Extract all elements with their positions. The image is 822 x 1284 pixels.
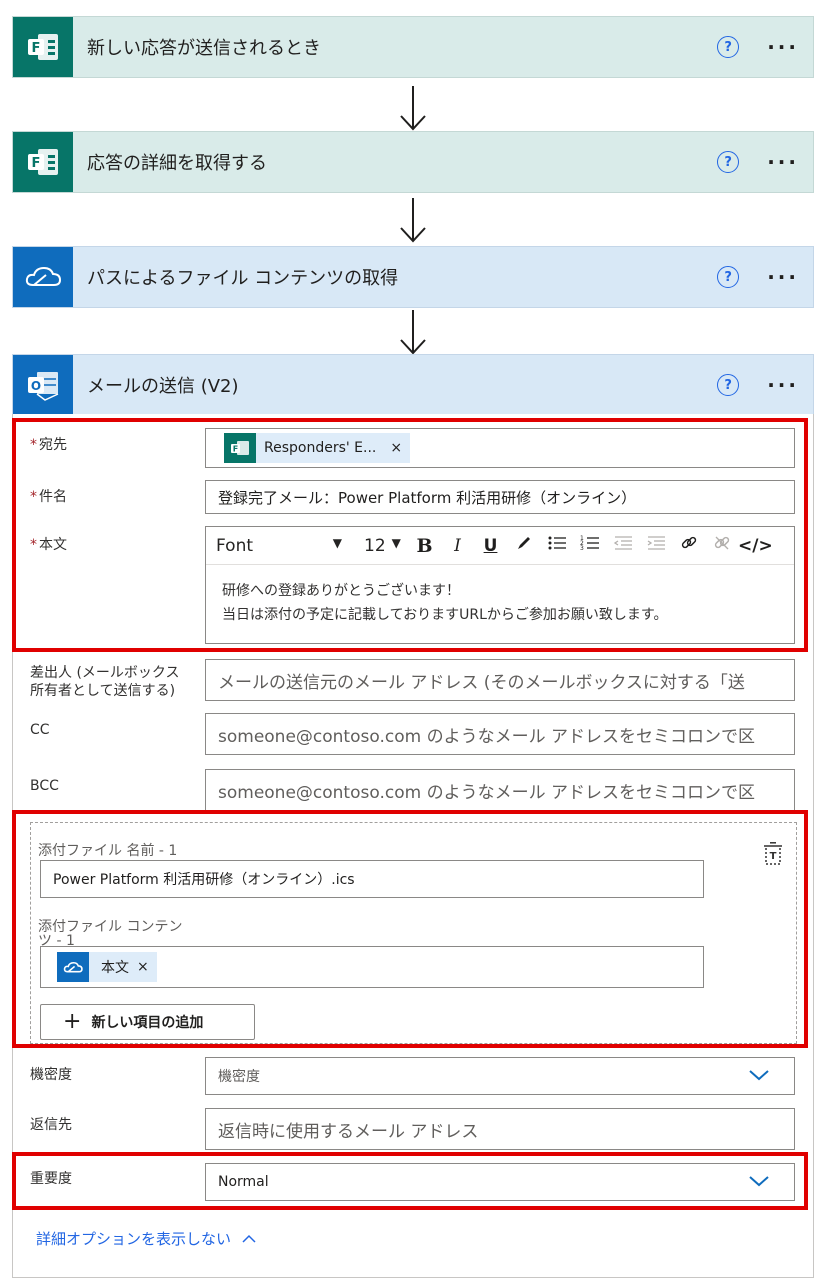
get-response-card-header[interactable]: F 応答の詳細を取得する ? ···	[12, 131, 814, 193]
hide-advanced-options-link[interactable]: 詳細オプションを表示しない	[36, 1228, 257, 1249]
responders-email-token[interactable]: F Responders' E... ×	[224, 433, 411, 463]
attachment-name-field[interactable]: Power Platform 利活用研修（オンライン）.ics	[40, 860, 704, 898]
svg-text:O: O	[31, 379, 41, 393]
token-label: Responders' E...	[264, 440, 377, 456]
step-title: パスによるファイル コンテンツの取得	[87, 268, 399, 289]
link-icon[interactable]	[672, 534, 705, 557]
svg-text:F: F	[233, 445, 238, 454]
step-title: メールの送信 (V2)	[87, 376, 239, 397]
attachment-name-label: 添付ファイル 名前 - 1	[38, 843, 178, 859]
highlight-pen-icon[interactable]	[507, 534, 540, 557]
bold-icon[interactable]: B	[408, 535, 441, 557]
from-label: 差出人 (メールボックス 所有者として送信する)	[30, 665, 180, 699]
body-rich-text-editor[interactable]: Font ▼ 12 ▼ B I U 123 </> 研修への登録ありがとうございます…	[205, 526, 795, 644]
body-line: 当日は添付の予定に記載しておりますURLからご参加お願い致します。	[222, 607, 668, 623]
help-icon[interactable]: ?	[717, 374, 740, 396]
reply-to-label: 返信先	[30, 1117, 72, 1133]
forms-icon: F	[13, 132, 73, 192]
numbered-list-icon[interactable]: 123	[573, 534, 606, 557]
remove-token-icon[interactable]: ×	[137, 959, 149, 975]
to-label: * 宛先	[30, 437, 67, 453]
delete-attachment-icon[interactable]: T	[762, 842, 784, 870]
forms-icon: F	[13, 17, 73, 77]
more-options-icon[interactable]: ···	[767, 375, 799, 395]
attachment-content-field[interactable]: 本文 ×	[40, 946, 704, 988]
svg-text:3: 3	[580, 545, 584, 552]
body-token[interactable]: 本文 ×	[57, 952, 157, 982]
decrease-indent-icon[interactable]	[606, 534, 639, 557]
trigger-card-header[interactable]: F 新しい応答が送信されるとき ? ···	[12, 16, 814, 78]
body-line: 研修への登録ありがとうございます！	[222, 583, 460, 599]
remove-token-icon[interactable]: ×	[390, 440, 402, 456]
sensitivity-label: 機密度	[30, 1067, 72, 1083]
flow-arrow-icon	[400, 86, 426, 131]
sensitivity-dropdown[interactable]: 機密度	[205, 1057, 795, 1095]
subject-field[interactable]: 登録完了メール：Power Platform 利活用研修（オンライン）	[205, 480, 795, 514]
forms-icon: F	[224, 433, 256, 463]
chevron-down-icon	[749, 1176, 769, 1187]
unlink-icon[interactable]	[705, 534, 738, 557]
token-label: 本文	[101, 960, 129, 976]
add-new-item-button[interactable]: + 新しい項目の追加	[40, 1004, 255, 1040]
svg-text:F: F	[32, 41, 41, 56]
flow-arrow-icon	[400, 310, 426, 355]
bcc-field[interactable]: someone@contoso.com のようなメール アドレスをセミコロンで区	[205, 769, 795, 811]
chevron-up-icon	[242, 1234, 256, 1243]
increase-indent-icon[interactable]	[639, 534, 672, 557]
subject-value: 登録完了メール：Power Platform 利活用研修（オンライン）	[218, 488, 637, 507]
importance-dropdown[interactable]: Normal	[205, 1163, 795, 1201]
cc-field[interactable]: someone@contoso.com のようなメール アドレスをセミコロンで区	[205, 713, 795, 755]
underline-icon[interactable]: U	[474, 536, 507, 556]
more-options-icon[interactable]: ···	[767, 152, 799, 172]
chevron-down-icon	[749, 1070, 769, 1081]
cc-label: CC	[30, 722, 50, 738]
body-label: * 本文	[30, 537, 67, 553]
svg-text:T: T	[770, 851, 777, 862]
step-title: 応答の詳細を取得する	[87, 153, 267, 174]
more-options-icon[interactable]: ···	[767, 267, 799, 287]
importance-label: 重要度	[30, 1171, 72, 1187]
to-field[interactable]: F Responders' E... ×	[205, 428, 795, 468]
plus-icon: +	[63, 1009, 82, 1034]
body-content[interactable]: 研修への登録ありがとうございます！ 当日は添付の予定に記載しておりますURLから…	[206, 565, 794, 641]
subject-label: * 件名	[30, 489, 67, 505]
get-file-card-header[interactable]: パスによるファイル コンテンツの取得 ? ···	[12, 246, 814, 308]
outlook-icon: O	[13, 355, 73, 415]
rte-toolbar: Font ▼ 12 ▼ B I U 123 </>	[206, 527, 794, 565]
more-options-icon[interactable]: ···	[767, 37, 799, 57]
flow-arrow-icon	[400, 198, 426, 243]
onedrive-icon	[57, 952, 89, 982]
font-family-select[interactable]: Font ▼	[206, 536, 352, 556]
font-size-select[interactable]: 12 ▼	[352, 536, 408, 556]
from-field[interactable]: メールの送信元のメール アドレス (そのメールボックスに対する「送	[205, 659, 795, 701]
bcc-label: BCC	[30, 778, 59, 794]
help-icon[interactable]: ?	[717, 266, 740, 288]
help-icon[interactable]: ?	[717, 151, 740, 173]
help-icon[interactable]: ?	[717, 36, 740, 58]
onedrive-icon	[13, 247, 73, 307]
code-view-icon[interactable]: </>	[738, 536, 773, 556]
svg-text:F: F	[32, 156, 41, 171]
send-mail-card-header[interactable]: O メールの送信 (V2) ? ···	[12, 354, 814, 416]
step-title: 新しい応答が送信されるとき	[87, 38, 321, 59]
italic-icon[interactable]: I	[441, 536, 474, 556]
reply-to-field[interactable]: 返信時に使用するメール アドレス	[205, 1108, 795, 1150]
bullet-list-icon[interactable]	[540, 534, 573, 557]
